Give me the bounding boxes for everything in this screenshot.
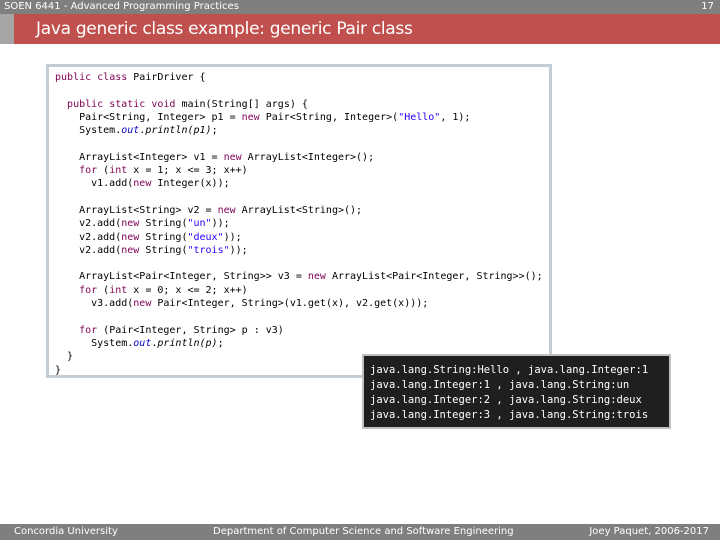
code-line: } — [55, 351, 74, 363]
console-output-panel: java.lang.String:Hello , java.lang.Integ… — [362, 354, 671, 429]
code-line: System.out.println(p); — [55, 337, 224, 349]
code-line: v3.add(new Pair<Integer, String>(v1.get(… — [55, 298, 429, 310]
code-line: v2.add(new String("un")); — [55, 218, 230, 230]
console-line: java.lang.Integer:2 , java.lang.String:d… — [370, 394, 642, 406]
slide-title: Java generic class example: generic Pair… — [36, 19, 413, 39]
console-output: java.lang.String:Hello , java.lang.Integ… — [370, 363, 648, 423]
footer-bar: Concordia University Department of Compu… — [0, 524, 720, 540]
footer-author: Joey Paquet, 2006-2017 — [589, 526, 709, 537]
header-bar: SOEN 6441 - Advanced Programming Practic… — [0, 0, 720, 14]
title-bar: Java generic class example: generic Pair… — [0, 14, 720, 44]
console-line: java.lang.String:Hello , java.lang.Integ… — [370, 364, 649, 376]
code-listing: public class PairDriver { public static … — [55, 71, 543, 377]
title-accent — [0, 14, 14, 44]
footer-department: Department of Computer Science and Softw… — [213, 526, 514, 537]
code-line: v1.add(new Integer(x)); — [55, 178, 230, 190]
code-line: Pair<String, Integer> p1 = new Pair<Stri… — [55, 111, 471, 123]
console-line: java.lang.Integer:3 , java.lang.String:t… — [370, 409, 649, 421]
code-line: } — [55, 364, 62, 376]
code-line: System.out.println(p1); — [55, 125, 218, 137]
code-line: ArrayList<Pair<Integer, String>> v3 = ne… — [55, 271, 543, 283]
console-line: java.lang.Integer:1 , java.lang.String:u… — [370, 379, 630, 391]
code-line: public class PairDriver { — [55, 72, 206, 83]
code-line: public static void main(String[] args) { — [67, 98, 308, 110]
footer-university: Concordia University — [14, 526, 118, 537]
code-line: ArrayList<Integer> v1 = new ArrayList<In… — [55, 151, 375, 163]
code-line: ArrayList<String> v2 = new ArrayList<Str… — [55, 204, 363, 216]
page-number: 17 — [701, 1, 714, 12]
code-line: for (int x = 0; x <= 2; x++) — [79, 284, 248, 296]
code-panel: public class PairDriver { public static … — [46, 64, 552, 378]
code-line: for (Pair<Integer, String> p : v3) — [79, 324, 284, 336]
course-title: SOEN 6441 - Advanced Programming Practic… — [4, 1, 239, 12]
code-line: v2.add(new String("deux")); — [55, 231, 242, 243]
code-line: for (int x = 1; x <= 3; x++) — [79, 165, 248, 177]
code-line: v2.add(new String("trois")); — [55, 244, 248, 256]
